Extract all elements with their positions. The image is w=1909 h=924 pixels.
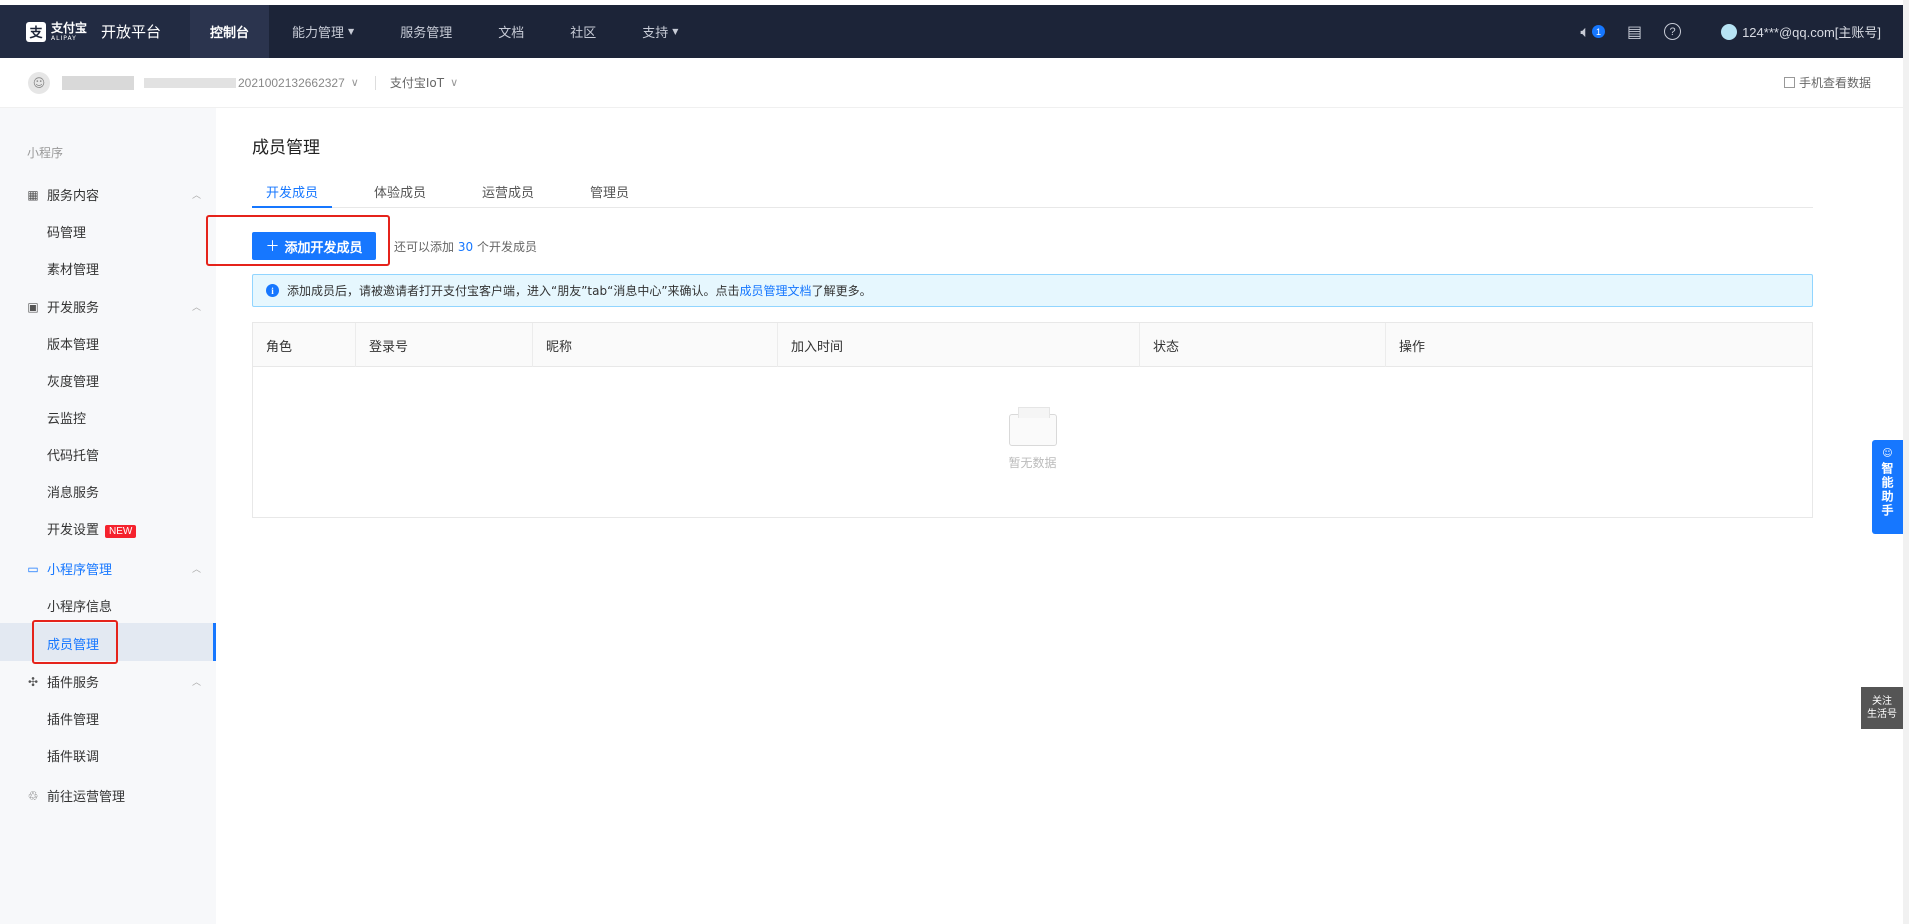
chevron-down-icon[interactable]: ∨	[450, 76, 458, 89]
member-quota: 还可以添加 30 个开发成员	[394, 240, 537, 254]
todo-button[interactable]: ▤	[1627, 22, 1642, 41]
help-icon: ?	[1664, 23, 1682, 40]
sidebar-item-code-management[interactable]: 码管理	[47, 222, 86, 241]
sidebar-item-miniapp-info[interactable]: 小程序信息	[47, 596, 112, 615]
qr-code-icon	[1783, 77, 1795, 88]
main-nav: 控制台 能力管理 ▼ 服务管理 文档 社区 支持 ▼	[190, 5, 701, 58]
app-id[interactable]: 2021002132662327	[144, 76, 345, 90]
logo-wordmark: 支付宝 ALIPAY	[51, 20, 88, 42]
sidebar-item-material-management[interactable]: 素材管理	[47, 259, 99, 278]
sidebar-item-code-hosting[interactable]: 代码托管	[47, 445, 99, 464]
table-header: 角色 登录号 昵称 加入时间 状态 操作	[253, 323, 1812, 367]
tab-ops-members[interactable]: 运营成员	[468, 172, 548, 208]
mobile-view-data-link[interactable]: 手机查看数据	[1783, 74, 1871, 91]
column-nickname: 昵称	[533, 323, 778, 367]
recycle-icon: ♲	[27, 788, 39, 803]
tab-trial-members[interactable]: 体验成员	[360, 172, 440, 208]
smart-assistant-button[interactable]: ☺ 智能助手	[1872, 440, 1903, 534]
info-notice: i 添加成员后，请被邀请者打开支付宝客户端，进入“朋友”tab“消息中心”来确认…	[252, 274, 1813, 307]
chevron-up-icon: ︿	[191, 191, 201, 201]
code-window-icon: ▣	[27, 299, 39, 314]
alipay-logo-icon: 支	[26, 21, 46, 42]
grid-icon: ▦	[27, 187, 39, 202]
caret-down-icon: ▼	[672, 27, 679, 36]
app-selector-bar: ☺ 2021002132662327 ∨ 支付宝IoT ∨ 手机查看数据	[0, 58, 1903, 108]
robot-icon: ☺	[1882, 448, 1893, 459]
follow-lifeaccount-button[interactable]: 关注 生活号	[1861, 687, 1903, 729]
sidebar-item-message-service[interactable]: 消息服务	[47, 482, 99, 501]
sidebar-item-version-management[interactable]: 版本管理	[47, 334, 99, 353]
highlight-box-sidebar	[32, 620, 118, 664]
sidebar-item-dev-settings[interactable]: 开发设置 NEW	[47, 519, 137, 538]
sidebar-group-dev-service[interactable]: ▣ 开发服务 ︿	[26, 297, 201, 317]
tab-dev-members[interactable]: 开发成员	[252, 172, 333, 208]
sidebar: 小程序 ▦ 服务内容 ︿ 码管理 素材管理 ▣ 开发服务 ︿ 版本管理 灰度管理 云监控…	[0, 108, 216, 924]
page-title: 成员管理	[252, 138, 320, 158]
top-nav-bar: 支 支付宝 ALIPAY 开放平台 控制台 能力管理 ▼ 服务管理 文档 社区 支…	[0, 5, 1903, 58]
sidebar-section-label: 小程序	[27, 146, 64, 160]
document-clock-icon: ▤	[1626, 22, 1643, 41]
highlight-box-add-button	[206, 215, 390, 266]
topbar-actions: 🔈︎ 1 ▤ ? 124***@qq.com[主账号]	[1558, 5, 1903, 58]
sidebar-item-plugin-management[interactable]: 插件管理	[47, 709, 99, 728]
nav-item-support[interactable]: 支持 ▼	[619, 5, 701, 58]
tab-admins[interactable]: 管理员	[576, 172, 643, 208]
user-avatar[interactable]	[1721, 23, 1738, 40]
main-content: 成员管理 开发成员 体验成员 运营成员 管理员 ＋添加开发成员 还可以添加 30…	[206, 108, 1903, 924]
column-actions: 操作	[1399, 339, 1426, 355]
sidebar-group-plugin-service[interactable]: ✣ 插件服务 ︿	[26, 672, 201, 692]
app-name-redacted	[62, 75, 134, 90]
empty-state: 暂无数据	[253, 367, 1812, 517]
member-tabs: 开发成员 体验成员 运营成员 管理员	[252, 172, 1813, 208]
app-id-redacted	[144, 78, 236, 89]
member-doc-link[interactable]: 成员管理文档	[740, 282, 812, 299]
nav-item-service[interactable]: 服务管理	[377, 5, 475, 58]
divider	[374, 75, 376, 90]
empty-inbox-icon	[1008, 406, 1057, 446]
platform-title: 开放平台	[101, 23, 162, 41]
nav-item-capability[interactable]: 能力管理 ▼	[269, 5, 377, 58]
chevron-up-icon: ︿	[191, 565, 201, 575]
nav-item-community[interactable]: 社区	[547, 5, 619, 58]
briefcase-icon: ▭	[27, 561, 39, 576]
nav-item-docs[interactable]: 文档	[475, 5, 547, 58]
help-button[interactable]: ?	[1664, 23, 1682, 40]
empty-text: 暂无数据	[1008, 455, 1057, 470]
account-name[interactable]: 124***@qq.com[主账号]	[1742, 22, 1881, 41]
column-login-id: 登录号	[356, 323, 533, 367]
sidebar-item-cloud-monitor[interactable]: 云监控	[47, 408, 86, 427]
caret-down-icon: ▼	[348, 27, 355, 36]
puzzle-icon: ✣	[27, 674, 39, 689]
sidebar-link-operations[interactable]: ♲ 前往运营管理	[26, 786, 201, 806]
notification-button[interactable]: 🔈︎ 1	[1580, 22, 1605, 42]
sidebar-item-gray-release[interactable]: 灰度管理	[47, 371, 99, 390]
sidebar-group-miniapp-management[interactable]: ▭ 小程序管理 ︿	[26, 559, 201, 579]
new-badge: NEW	[105, 525, 137, 538]
app-avatar[interactable]: ☺	[28, 71, 50, 94]
column-join-time: 加入时间	[778, 323, 1140, 367]
alipay-logo[interactable]: 支 支付宝 ALIPAY 开放平台	[0, 5, 190, 58]
column-role: 角色	[253, 323, 356, 367]
iot-switcher[interactable]: 支付宝IoT	[390, 74, 444, 91]
notification-count: 1	[1591, 25, 1605, 38]
sidebar-group-service-content[interactable]: ▦ 服务内容 ︿	[26, 185, 201, 205]
sidebar-item-plugin-debug[interactable]: 插件联调	[47, 746, 99, 765]
info-icon: i	[266, 284, 279, 297]
speaker-icon: 🔈︎	[1580, 21, 1590, 41]
chevron-up-icon: ︿	[191, 678, 201, 688]
member-table: 角色 登录号 昵称 加入时间 状态 操作 暂无数据	[252, 322, 1813, 518]
page-scrollbar[interactable]	[1903, 0, 1909, 924]
column-status: 状态	[1140, 323, 1386, 367]
chevron-up-icon: ︿	[191, 303, 201, 313]
nav-item-console[interactable]: 控制台	[190, 5, 270, 58]
chevron-down-icon[interactable]: ∨	[351, 76, 359, 89]
